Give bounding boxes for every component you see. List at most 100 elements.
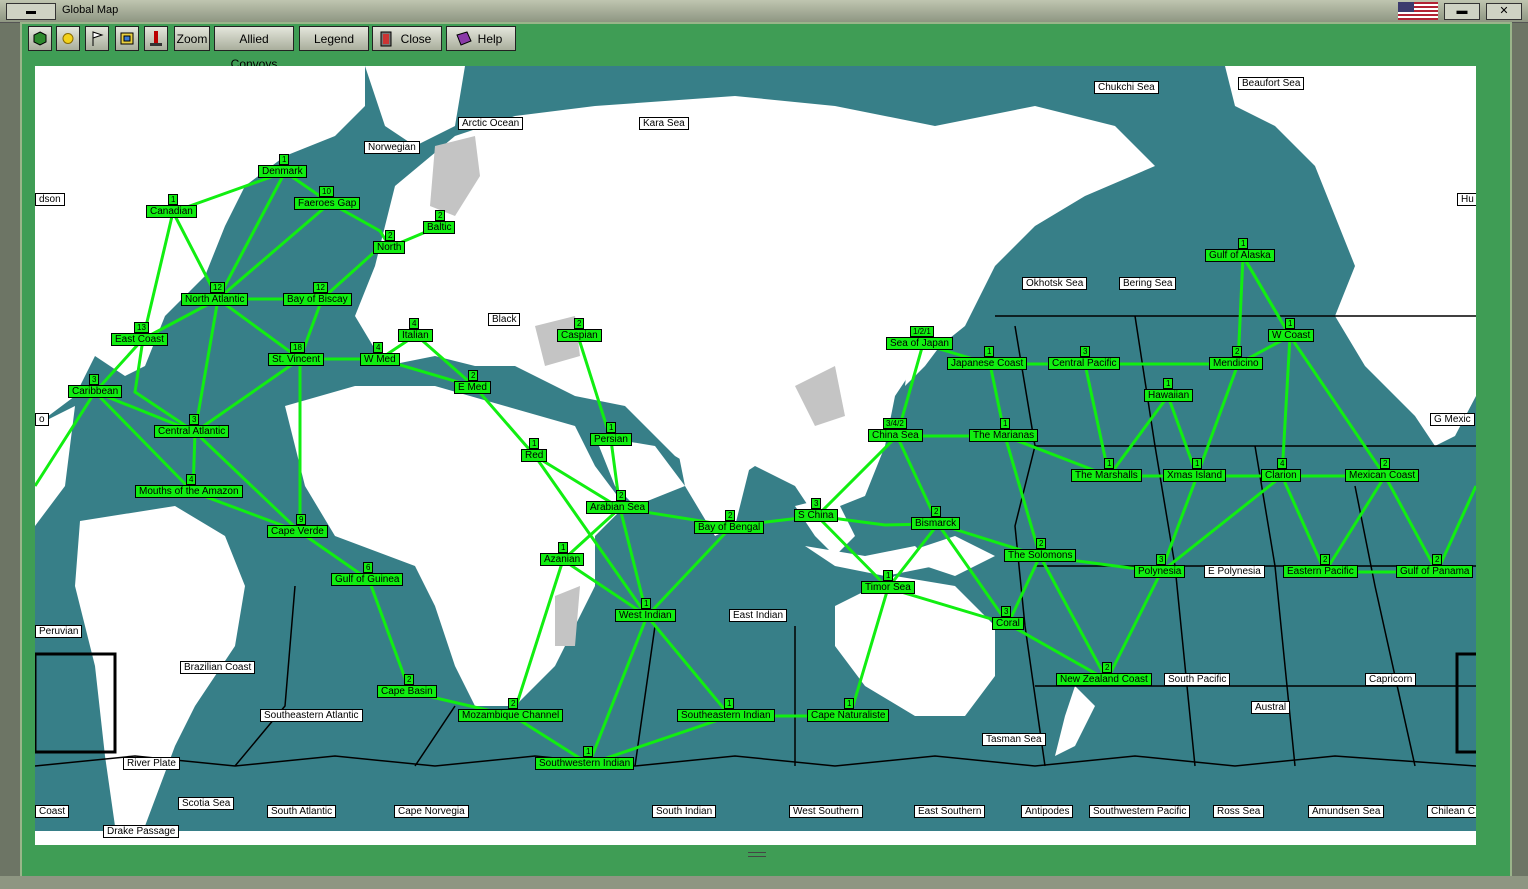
zone-mozambique-channel[interactable]: Mozambique Channel [458, 709, 564, 722]
zone-mendicino[interactable]: Mendicino [1209, 357, 1263, 370]
zone-xmas-island[interactable]: Xmas Island [1163, 469, 1227, 482]
zone-new-zealand-coast[interactable]: New Zealand Coast [1056, 673, 1152, 686]
zone-caspian[interactable]: Caspian [557, 329, 602, 342]
zone-clarion[interactable]: Clarion [1261, 469, 1301, 482]
zone-e-med[interactable]: E Med [454, 381, 491, 394]
sea-label: Austral [1251, 701, 1291, 714]
zone-count: 1 [883, 570, 894, 581]
zone-denmark[interactable]: Denmark [258, 165, 307, 178]
zone-cape-verde[interactable]: Cape Verde [267, 525, 328, 538]
legend-button[interactable]: Legend [299, 26, 369, 51]
zone-gulf-of-panama[interactable]: Gulf of Panama [1396, 565, 1474, 578]
zone-count: 10 [319, 186, 334, 197]
zone-the-marshalls[interactable]: The Marshalls [1071, 469, 1142, 482]
zone-southeastern-indian[interactable]: Southeastern Indian [677, 709, 775, 722]
zone-timor-sea[interactable]: Timor Sea [861, 581, 915, 594]
zone-count: 2 [1380, 458, 1391, 469]
zone-count: 1 [1163, 378, 1174, 389]
zone-italian[interactable]: Italian [398, 329, 433, 342]
zone-count: 3 [1156, 554, 1167, 565]
global-map[interactable]: Arctic Ocean Kara Sea Chukchi Sea Beaufo… [35, 66, 1476, 845]
sea-label: River Plate [123, 757, 180, 770]
zone-central-atlantic[interactable]: Central Atlantic [154, 425, 230, 438]
zone-baltic[interactable]: Baltic [423, 221, 456, 234]
zone-coral[interactable]: Coral [992, 617, 1024, 630]
window-close-button[interactable]: ✕ [1486, 3, 1522, 20]
zone-china-sea[interactable]: China Sea [868, 429, 923, 442]
zone-count: 2 [404, 674, 415, 685]
sea-label: South Indian [652, 805, 717, 818]
zone-st-vincent[interactable]: St. Vincent [268, 353, 325, 366]
zone-faeroes-gap[interactable]: Faeroes Gap [294, 197, 361, 210]
zone-count: 3 [89, 374, 100, 385]
zone-cape-naturaliste[interactable]: Cape Naturaliste [807, 709, 890, 722]
zone-caribbean[interactable]: Caribbean [68, 385, 123, 398]
zone-central-pacific[interactable]: Central Pacific [1048, 357, 1121, 370]
zone-arabian-sea[interactable]: Arabian Sea [586, 501, 650, 514]
sea-label: Hu [1457, 193, 1476, 206]
zone-southwestern-indian[interactable]: Southwestern Indian [535, 757, 635, 770]
zone-east-coast[interactable]: East Coast [111, 333, 168, 346]
hexagon-icon[interactable] [28, 26, 52, 51]
zone-mouths-of-the-amazon[interactable]: Mouths of the Amazon [135, 485, 243, 498]
zone-count: 6 [363, 562, 374, 573]
zone-count: 3 [1080, 346, 1091, 357]
sea-label: Peruvian [35, 625, 83, 638]
zone-persian[interactable]: Persian [590, 433, 632, 446]
help-book-icon [456, 31, 472, 46]
zone-hawaiian[interactable]: Hawaiian [1144, 389, 1194, 402]
flag-icon[interactable] [85, 26, 109, 51]
zone-count: 2 [1232, 346, 1243, 357]
zone-count: 2 [1036, 538, 1047, 549]
zone-cape-basin[interactable]: Cape Basin [377, 685, 437, 698]
zone-the-solomons[interactable]: The Solomons [1004, 549, 1077, 562]
zone-the-marianas[interactable]: The Marianas [969, 429, 1039, 442]
close-button[interactable]: Close [372, 26, 442, 51]
minimize-button[interactable]: ▬ [1444, 3, 1480, 20]
help-button[interactable]: Help [446, 26, 516, 51]
sea-label: Brazilian Coast [180, 661, 256, 674]
zone-eastern-pacific[interactable]: Eastern Pacific [1283, 565, 1358, 578]
us-flag-icon [1398, 2, 1438, 20]
sun-icon[interactable] [56, 26, 80, 51]
zone-count: 1 [1104, 458, 1115, 469]
sea-label: Ross Sea [1213, 805, 1265, 818]
ship-icon[interactable] [144, 26, 168, 51]
zone-north[interactable]: North [373, 241, 406, 254]
sea-label: o [35, 413, 49, 426]
sea-label: East Indian [729, 609, 788, 622]
system-menu-button[interactable]: ▬ [6, 3, 56, 20]
grid-icon[interactable] [115, 26, 139, 51]
zone-west-indian[interactable]: West Indian [615, 609, 676, 622]
allied-convoys-button[interactable]: Allied Convoys [214, 26, 294, 71]
zone-gulf-of-alaska[interactable]: Gulf of Alaska [1205, 249, 1275, 262]
zone-count: 1 [844, 698, 855, 709]
zone-bay-of-biscay[interactable]: Bay of Biscay [283, 293, 352, 306]
sea-label: G Mexic [1430, 413, 1475, 426]
zone-count: 2 [725, 510, 736, 521]
zone-polynesia[interactable]: Polynesia [1134, 565, 1186, 578]
zone-mexican-coast[interactable]: Mexican Coast [1345, 469, 1420, 482]
zone-bay-of-bengal[interactable]: Bay of Bengal [694, 521, 765, 534]
zone-canadian[interactable]: Canadian [146, 205, 197, 218]
resize-grip[interactable] [748, 852, 766, 857]
zone-s-china[interactable]: S China [794, 509, 838, 522]
zone-sea-of-japan[interactable]: Sea of Japan [886, 337, 953, 350]
zone-count: 2 [1320, 554, 1331, 565]
zone-north-atlantic[interactable]: North Atlantic [181, 293, 249, 306]
zone-red[interactable]: Red [521, 449, 548, 462]
zone-bismarck[interactable]: Bismarck [911, 517, 961, 530]
zoom-button[interactable]: Zoom [174, 26, 210, 51]
zone-gulf-of-guinea[interactable]: Gulf of Guinea [331, 573, 404, 586]
zone-count: 12 [313, 282, 328, 293]
zone-w-med[interactable]: W Med [360, 353, 400, 366]
zone-azanian[interactable]: Azanian [540, 553, 585, 566]
zone-count: 4 [373, 342, 384, 353]
sea-label: Norwegian [364, 141, 420, 154]
zone-w-coast[interactable]: W Coast [1268, 329, 1315, 342]
zone-japanese-coast[interactable]: Japanese Coast [947, 357, 1028, 370]
close-button-label: Close [400, 32, 432, 46]
zone-count: 3 [189, 414, 200, 425]
sea-label: Coast [35, 805, 70, 818]
sea-label: dson [35, 193, 65, 206]
